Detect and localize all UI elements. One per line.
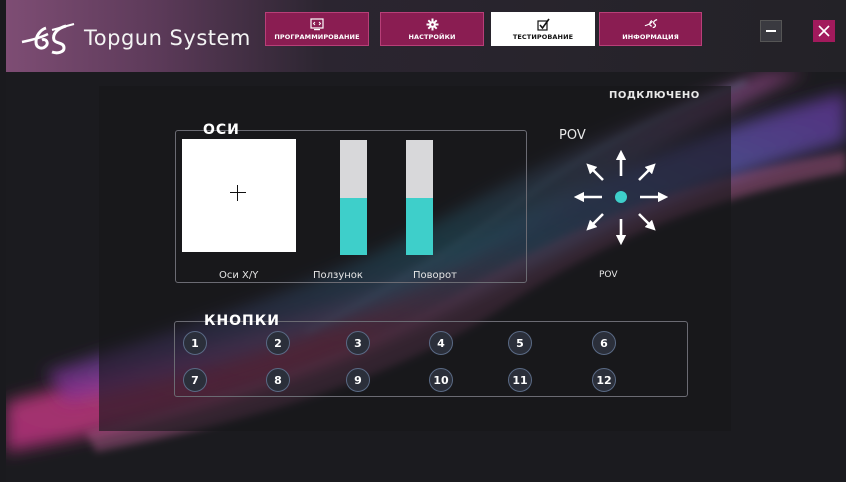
buttons-group-title: КНОПКИ (204, 313, 280, 329)
pov-arrow-down-right-icon (638, 213, 656, 231)
joystick-button-label: 1 (191, 336, 199, 350)
xy-axis-label: Оси X/Y (219, 270, 259, 281)
gear-icon (425, 17, 439, 31)
tab-information-label: ИНФОРМАЦИЯ (622, 33, 679, 41)
tab-settings[interactable]: НАСТРОЙКИ (380, 12, 484, 46)
joystick-button-label: 2 (274, 336, 282, 350)
tab-testing[interactable]: ТЕСТИРОВАНИЕ (491, 12, 595, 46)
joystick-button-4: 4 (429, 331, 453, 355)
joystick-button-label: 6 (600, 336, 608, 350)
joystick-button-12: 12 (592, 368, 616, 392)
app-title: Topgun System (84, 26, 251, 50)
joystick-button-10: 10 (429, 368, 453, 392)
tab-settings-label: НАСТРОЙКИ (408, 33, 456, 41)
pov-arrow-up-right-icon (638, 163, 656, 181)
slider-axis-bar (340, 140, 367, 255)
tab-information[interactable]: ИНФОРМАЦИЯ (599, 12, 702, 46)
pov-arrow-up-left-icon (586, 163, 604, 181)
tab-programming-label: ПРОГРАММИРОВАНИЕ (274, 33, 360, 41)
joystick-button-6: 6 (592, 331, 616, 355)
minimize-button[interactable] (760, 20, 782, 42)
joystick-button-7: 7 (183, 368, 207, 392)
joystick-button-label: 5 (516, 336, 524, 350)
joystick-button-label: 12 (596, 373, 612, 387)
slider-axis-label: Ползунок (313, 270, 363, 281)
close-button[interactable] (813, 20, 835, 42)
pov-arrow-down-left-icon (586, 213, 604, 231)
checkbox-icon (536, 17, 550, 31)
tab-programming[interactable]: ПРОГРАММИРОВАНИЕ (265, 12, 369, 46)
close-icon (818, 25, 830, 37)
pov-label: POV (599, 270, 618, 280)
tab-testing-label: ТЕСТИРОВАНИЕ (512, 33, 574, 41)
joystick-button-label: 11 (512, 373, 528, 387)
joystick-button-label: 7 (191, 373, 199, 387)
axes-group-title: ОСИ (203, 122, 240, 138)
rotation-axis-bar (406, 140, 433, 255)
joystick-button-3: 3 (346, 331, 370, 355)
xy-crosshair-icon (230, 185, 246, 201)
joystick-button-label: 9 (354, 373, 362, 387)
slider-axis-fill (340, 197, 367, 255)
code-icon (310, 17, 324, 31)
joystick-button-label: 3 (354, 336, 362, 350)
joystick-button-label: 8 (274, 373, 282, 387)
joystick-button-9: 9 (346, 368, 370, 392)
joystick-button-label: 10 (433, 373, 449, 387)
topgun-logo-icon (21, 23, 75, 55)
pov-center-dot (615, 191, 627, 203)
joystick-button-1: 1 (183, 331, 207, 355)
joystick-button-label: 4 (437, 336, 445, 350)
pov-hat-widget (573, 149, 669, 246)
joystick-button-5: 5 (508, 331, 532, 355)
connection-status: ПОДКЛЮЧЕНО (609, 90, 700, 101)
joystick-button-8: 8 (266, 368, 290, 392)
joystick-button-2: 2 (266, 331, 290, 355)
pov-title: POV (559, 128, 586, 143)
minimize-icon (766, 30, 776, 32)
rotation-axis-label: Поворот (413, 270, 457, 281)
joystick-button-11: 11 (508, 368, 532, 392)
logo-icon (644, 17, 658, 31)
rotation-axis-fill (406, 197, 433, 255)
